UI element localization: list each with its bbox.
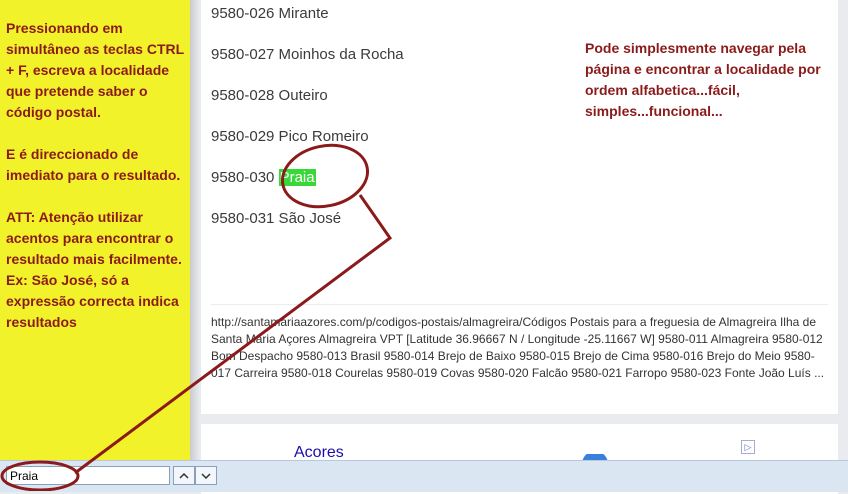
- instructions-para-2: E é direccionado de imediato para o resu…: [6, 146, 181, 183]
- instructions-para-4: Ex: São José, só a expressão correcta in…: [6, 272, 179, 330]
- postal-entry-match: 9580-030 Praia: [211, 169, 316, 186]
- postal-entry: 9580-029 Pico Romeiro: [211, 128, 369, 145]
- chevron-down-icon: [201, 472, 211, 479]
- content-card: 9580-026 Mirante 9580-027 Moinhos da Roc…: [201, 0, 838, 414]
- search-highlight: Praia: [278, 169, 316, 186]
- chevron-up-icon: [179, 472, 189, 479]
- find-bar: Praia: [0, 460, 848, 492]
- find-next-button[interactable]: [195, 466, 217, 485]
- postal-entry: 9580-031 São José: [211, 210, 342, 227]
- sidebar-shadow: [190, 0, 200, 491]
- ad-choices-icon[interactable]: ▷: [741, 440, 755, 454]
- find-input[interactable]: Praia: [6, 466, 170, 485]
- postal-code: 9580-030: [211, 169, 275, 186]
- find-previous-button[interactable]: [173, 466, 195, 485]
- postal-entry: 9580-028 Outeiro: [211, 87, 328, 104]
- navigation-note: Pode simplesmente navegar pela página e …: [585, 40, 821, 119]
- divider: [211, 304, 828, 305]
- sidebar-note: Pressionando em simultâneo as teclas CTR…: [0, 0, 190, 491]
- postal-entry: 9580-027 Moinhos da Rocha: [211, 46, 404, 63]
- postal-entry: 9580-026 Mirante: [211, 5, 329, 22]
- source-snippet: http://santamariaazores.com/p/codigos-po…: [211, 315, 825, 380]
- instructions-text: Pressionando em simultâneo as teclas CTR…: [6, 18, 188, 333]
- instructions-para-1: Pressionando em simultâneo as teclas CTR…: [6, 20, 184, 120]
- instructions-para-3: ATT: Atenção utilizar acentos para encon…: [6, 209, 182, 267]
